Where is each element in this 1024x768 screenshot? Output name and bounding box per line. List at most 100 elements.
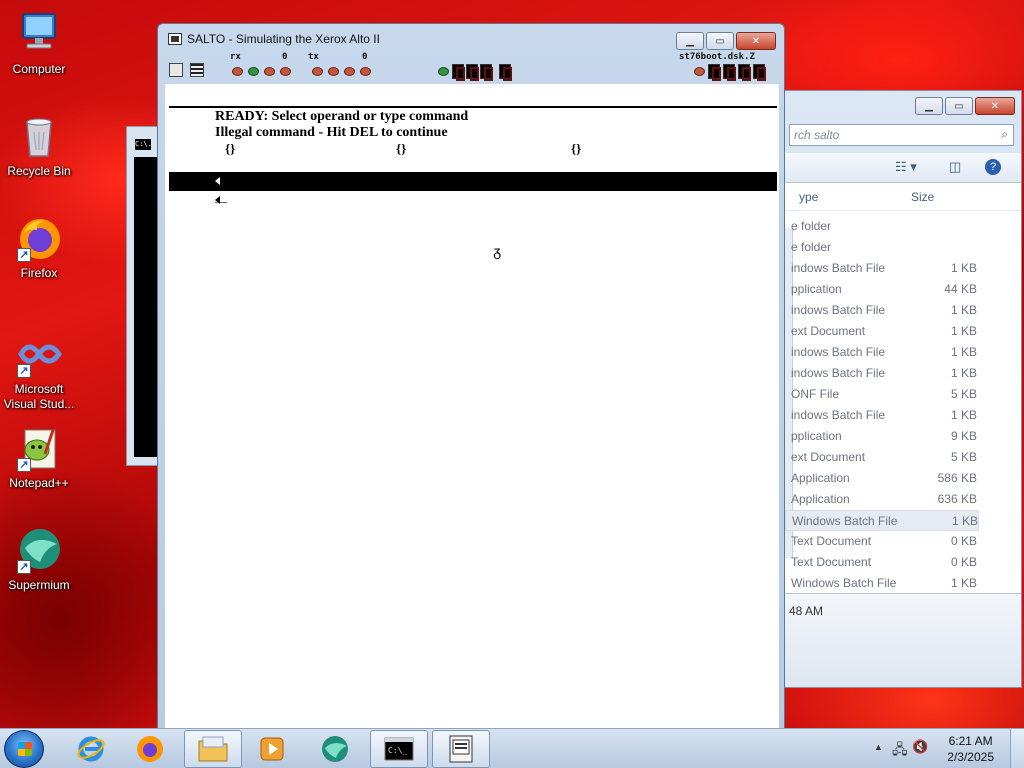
preview-pane-icon[interactable]: ◫ bbox=[949, 159, 961, 175]
rx-count: 0 bbox=[282, 52, 288, 62]
taskbar-salto[interactable] bbox=[432, 730, 490, 768]
explorer-window-controls: ▁ ▭ ✕ bbox=[915, 97, 1015, 115]
column-type[interactable]: ype bbox=[799, 190, 818, 204]
close-button[interactable]: ✕ bbox=[736, 32, 776, 50]
desktop-icon-label: Microsoft Visual Stud... bbox=[3, 382, 75, 411]
file-row[interactable]: indows Batch File 1 KB bbox=[785, 342, 1021, 363]
file-row[interactable]: indows Batch File 1 KB bbox=[785, 300, 1021, 321]
file-row[interactable]: e folder bbox=[785, 237, 1021, 258]
show-desktop-button[interactable] bbox=[1010, 729, 1024, 768]
window-controls: ▁ ▭ ✕ bbox=[676, 32, 776, 50]
brace-field: {} bbox=[225, 141, 236, 156]
taskbar-internet-explorer[interactable] bbox=[62, 730, 120, 768]
clock-time: 6:21 AM bbox=[948, 734, 993, 748]
rx-label: rx bbox=[230, 52, 241, 62]
desktop-icon-label: Recycle Bin bbox=[7, 164, 71, 178]
shortcut-arrow-icon: ↗ bbox=[17, 458, 31, 472]
file-row[interactable]: indows Batch File 1 KB bbox=[785, 258, 1021, 279]
rx-led bbox=[280, 67, 291, 76]
visual-studio-icon: ↗ bbox=[15, 330, 63, 378]
file-size: 1 KB bbox=[950, 261, 977, 275]
file-row[interactable]: ext Document 1 KB bbox=[785, 321, 1021, 342]
file-row[interactable]: indows Batch File 1 KB bbox=[785, 363, 1021, 384]
file-size: 1 KB bbox=[950, 324, 977, 338]
file-row[interactable]: Windows Batch File 1 KB bbox=[785, 510, 979, 531]
desktop-icon-firefox[interactable]: ↗ Firefox bbox=[0, 214, 78, 281]
inverted-status-line bbox=[169, 172, 777, 191]
maximize-button[interactable]: ▭ bbox=[706, 32, 734, 50]
file-type: Text Document bbox=[791, 534, 872, 548]
file-type: indows Batch File bbox=[791, 408, 886, 422]
minimize-button[interactable]: ▁ bbox=[915, 97, 943, 115]
file-row[interactable]: pplication 9 KB bbox=[785, 426, 1021, 447]
file-row[interactable]: ext Document 5 KB bbox=[785, 447, 1021, 468]
network-icon[interactable]: 🖧 bbox=[892, 739, 908, 763]
desktop-icon-notepad-plus-plus[interactable]: ↗ Notepad++ bbox=[0, 424, 78, 491]
file-row[interactable]: ONF File 5 KB bbox=[785, 384, 1021, 405]
volume-muted-icon[interactable]: 🔇 bbox=[912, 739, 928, 755]
salto-window[interactable]: SALTO - Simulating the Xerox Alto II ▁ ▭… bbox=[157, 23, 785, 733]
search-placeholder: rch salto bbox=[794, 128, 840, 142]
tx-led bbox=[312, 67, 323, 76]
screenshot-icon[interactable] bbox=[169, 63, 183, 77]
command-prompt-icon: C:\_ bbox=[384, 737, 414, 761]
explorer-window[interactable]: ▁ ▭ ✕ rch salto ⌕ ☷ ▾ ◫ ? ype Size e fol… bbox=[784, 90, 1022, 688]
file-size: 586 KB bbox=[937, 471, 977, 485]
brace-field: {} bbox=[396, 141, 407, 156]
search-icon[interactable]: ⌕ bbox=[1001, 127, 1008, 142]
taskbar-file-explorer[interactable] bbox=[184, 730, 242, 768]
file-row[interactable]: indows Batch File 1 KB bbox=[785, 405, 1021, 426]
file-size: 0 KB bbox=[950, 534, 977, 548]
column-headers: ype Size bbox=[785, 183, 1021, 211]
file-type: Text Document bbox=[791, 555, 872, 569]
file-size: 1 KB bbox=[950, 366, 977, 380]
firefox-icon bbox=[137, 736, 163, 762]
taskbar-command-prompt[interactable]: C:\_ bbox=[370, 730, 428, 768]
title-bar[interactable]: SALTO - Simulating the Xerox Alto II ▁ ▭… bbox=[158, 24, 784, 52]
maximize-button[interactable]: ▭ bbox=[945, 97, 973, 115]
show-hidden-icons-icon[interactable]: ▲ bbox=[874, 742, 883, 752]
shortcut-arrow-icon: ↗ bbox=[17, 560, 31, 574]
file-row[interactable]: Text Document 0 KB bbox=[785, 531, 1021, 552]
rx-led bbox=[248, 67, 259, 76]
salto-icon bbox=[449, 735, 473, 763]
file-row[interactable]: e folder bbox=[785, 216, 1021, 237]
taskbar-firefox[interactable] bbox=[121, 730, 179, 768]
file-row[interactable]: Windows Batch File 1 KB bbox=[785, 573, 1021, 594]
taskbar-media-player[interactable] bbox=[243, 730, 301, 768]
file-row[interactable]: Application 636 KB bbox=[785, 489, 1021, 510]
file-size: 1 KB bbox=[950, 408, 977, 422]
file-row[interactable]: Application 586 KB bbox=[785, 468, 1021, 489]
file-row[interactable]: Text Document 0 KB bbox=[785, 552, 1021, 573]
desktop-icon-visual-studio[interactable]: ↗ Microsoft Visual Stud... bbox=[0, 330, 78, 412]
taskbar-supermium[interactable] bbox=[306, 730, 364, 768]
column-size[interactable]: Size bbox=[911, 190, 934, 204]
view-options-icon[interactable]: ☷ ▾ bbox=[895, 159, 917, 175]
close-button[interactable]: ✕ bbox=[975, 97, 1015, 115]
desktop-icon-supermium[interactable]: ↗ Supermium bbox=[0, 526, 78, 593]
file-row[interactable]: pplication 44 KB bbox=[785, 279, 1021, 300]
desktop-icon-computer[interactable]: Computer bbox=[0, 10, 78, 77]
minimize-button[interactable]: ▁ bbox=[676, 32, 704, 50]
svg-text:C:\_: C:\_ bbox=[388, 746, 407, 755]
search-input[interactable]: rch salto ⌕ bbox=[789, 124, 1014, 146]
file-size: 1 KB bbox=[950, 576, 977, 590]
alto-display[interactable]: READY: Select operand or type command Il… bbox=[165, 84, 779, 732]
seven-segment-digit bbox=[452, 64, 465, 81]
help-icon[interactable]: ? bbox=[985, 159, 1001, 175]
clock[interactable]: 6:21 AM 2/3/2025 bbox=[947, 733, 994, 765]
start-button[interactable] bbox=[4, 730, 44, 768]
window-title: SALTO - Simulating the Xerox Alto II bbox=[187, 32, 380, 46]
salto-app-icon[interactable] bbox=[168, 33, 182, 45]
seven-segment-digit bbox=[708, 64, 721, 81]
shortcut-arrow-icon: ↗ bbox=[17, 364, 31, 378]
cmd-window[interactable]: C:\. bbox=[126, 126, 161, 466]
desktop-icon-label: Supermium bbox=[8, 578, 70, 592]
file-size: 636 KB bbox=[937, 492, 977, 506]
film-icon[interactable] bbox=[190, 63, 204, 77]
tx-led bbox=[360, 67, 371, 76]
desktop-icon-recycle-bin[interactable]: Recycle Bin bbox=[0, 112, 78, 179]
desktop-icon-label: Firefox bbox=[20, 266, 58, 280]
explorer-toolbar: ☷ ▾ ◫ ? bbox=[785, 153, 1021, 183]
file-type: e folder bbox=[791, 240, 832, 254]
